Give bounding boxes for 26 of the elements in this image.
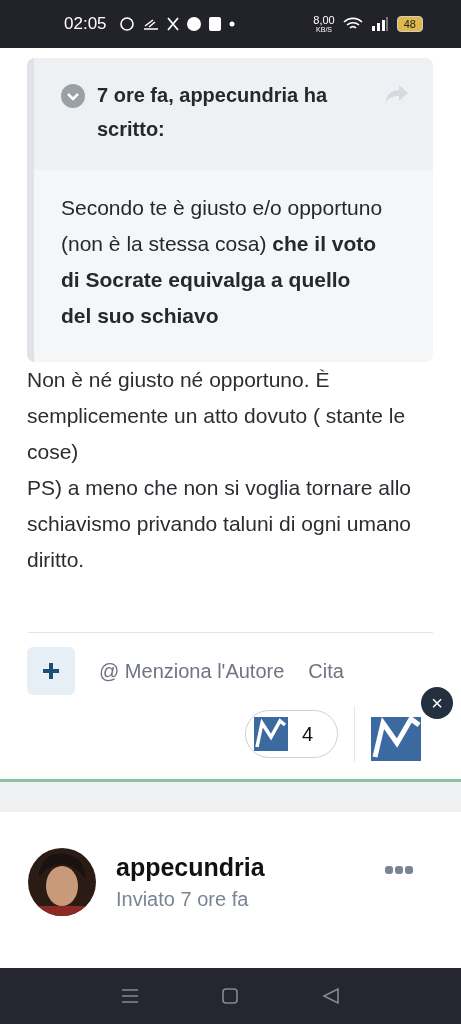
collapse-icon[interactable]	[61, 84, 85, 108]
add-button[interactable]	[27, 647, 75, 695]
battery-indicator: 48	[396, 16, 423, 32]
author-name[interactable]: appecundria	[116, 853, 365, 882]
dot-icon	[228, 21, 235, 27]
home-icon[interactable]	[221, 987, 240, 1005]
document-icon	[208, 17, 221, 31]
more-icon[interactable]	[385, 865, 413, 875]
logo-icon	[253, 717, 288, 751]
chat-icon	[118, 16, 135, 32]
quote-link[interactable]: Cita	[308, 659, 344, 683]
status-time: 02:05	[64, 14, 107, 34]
mention-link[interactable]: @ Menziona l'Autore	[99, 659, 285, 683]
signal-icon	[370, 17, 389, 31]
post-time: Inviato 7 ore fa	[116, 888, 250, 911]
close-button[interactable]: ×	[421, 687, 453, 719]
quote-text: Secondo te è giusto e/o opportuno (non è la stessa cosa) che il voto di Socrate equivalga a quello del suo schiavo	[60, 195, 384, 329]
wifi-icon	[342, 17, 363, 31]
quote-header: 7 ore fa, appecundria ha scritto:	[97, 83, 329, 142]
x-icon	[166, 17, 179, 31]
post-paragraph: PS) a meno che non si voglia tornare allo schiavismo privando taluni di ogni umano diritto.	[27, 475, 413, 573]
reaction-button[interactable]: 4	[244, 710, 338, 758]
back-icon[interactable]	[321, 987, 340, 1005]
menu-icon[interactable]	[121, 987, 140, 1005]
post-paragraph: Non è né giusto né opportuno. È semplicemente un atto dovuto ( stante le cose)	[27, 367, 407, 465]
plus-icon	[42, 662, 60, 680]
